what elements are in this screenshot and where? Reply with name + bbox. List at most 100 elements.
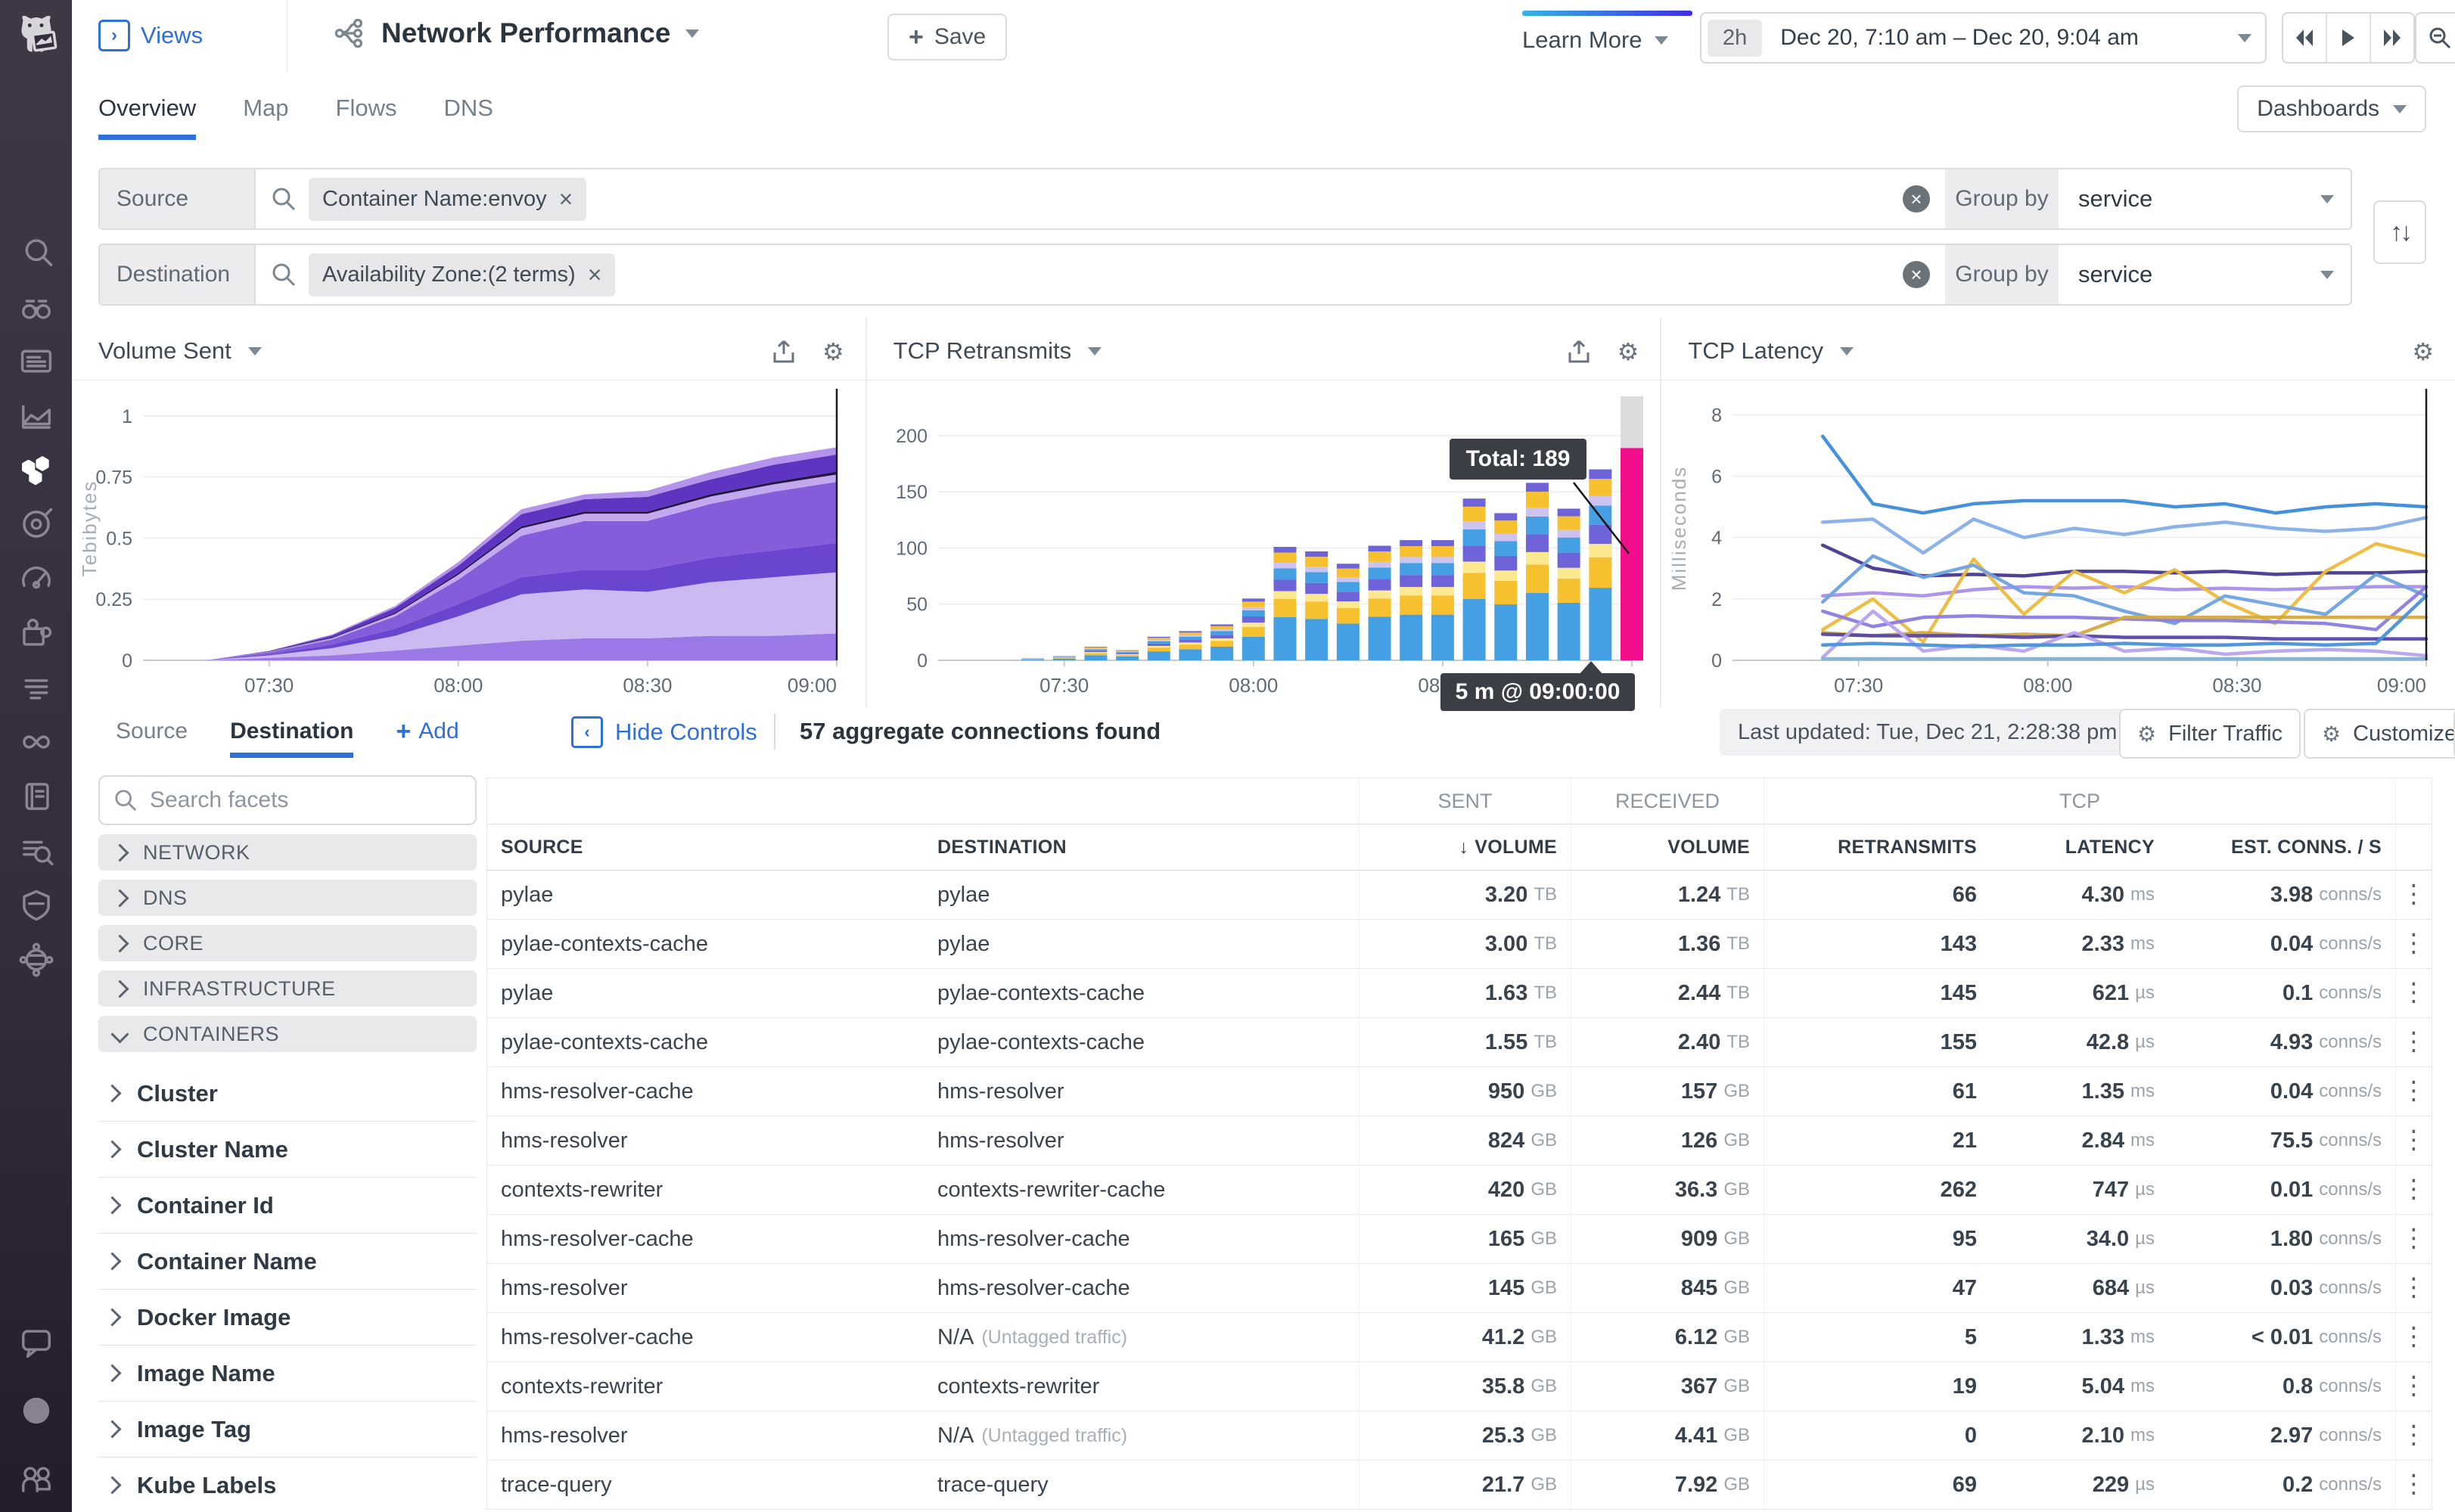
- add-facet-tab-button[interactable]: + Add: [396, 717, 458, 747]
- help-icon[interactable]: ?: [19, 1393, 54, 1428]
- col-latency[interactable]: LATENCY: [1990, 824, 2168, 870]
- table-row[interactable]: pylaepylae3.20TB1.24TB664.30ms3.98conns/…: [487, 871, 2432, 920]
- col-retransmits[interactable]: RETRANSMITS: [1764, 824, 1990, 870]
- remove-tag-icon[interactable]: ×: [588, 261, 602, 289]
- export-icon[interactable]: [1566, 339, 1592, 365]
- facet-item-image-name[interactable]: Image Name: [98, 1346, 477, 1402]
- gear-icon[interactable]: ⚙: [822, 337, 844, 366]
- table-row[interactable]: hms-resolverhms-resolver-cache145GB845GB…: [487, 1264, 2432, 1313]
- tcp-latency-chart[interactable]: 0246807:3008:0008:3009:00Milliseconds: [1672, 386, 2440, 707]
- table-row[interactable]: pylaepylae-contexts-cache1.63TB2.44TB145…: [487, 969, 2432, 1018]
- row-menu-icon[interactable]: ⋮: [2401, 1427, 2427, 1443]
- search-facets-input[interactable]: Search facets: [98, 775, 477, 825]
- table-row[interactable]: hms-resolverN/A (Untagged traffic)25.3GB…: [487, 1411, 2432, 1461]
- hide-controls-button[interactable]: ‹ Hide Controls: [571, 716, 757, 748]
- row-menu-icon[interactable]: ⋮: [2401, 1476, 2427, 1492]
- serverless-icon[interactable]: [19, 942, 54, 977]
- tcp-retransmits-chart[interactable]: 05010015020007:3008:0008:3009:00: [878, 386, 1645, 707]
- filter-traffic-button[interactable]: ⚙ Filter Traffic: [2119, 709, 2301, 759]
- views-button[interactable]: › Views: [98, 20, 203, 51]
- row-menu-icon[interactable]: ⋮: [2401, 1181, 2427, 1197]
- table-row[interactable]: contexts-rewritercontexts-rewriter35.8GB…: [487, 1362, 2432, 1411]
- step-forward-button[interactable]: [2371, 14, 2413, 62]
- facet-item-image-tag[interactable]: Image Tag: [98, 1402, 477, 1458]
- apm-icon[interactable]: [19, 507, 54, 542]
- remove-tag-icon[interactable]: ×: [559, 185, 573, 213]
- integrations-icon[interactable]: [19, 616, 54, 650]
- table-row[interactable]: trace-querytrace-query21.7GB7.92GB69229µ…: [487, 1461, 2432, 1510]
- notebooks-icon[interactable]: [19, 779, 54, 814]
- row-menu-icon[interactable]: ⋮: [2401, 1378, 2427, 1394]
- datadog-logo-icon[interactable]: [10, 12, 63, 65]
- col-est-conns[interactable]: EST. CONNS. / S: [2168, 824, 2395, 870]
- chart-title-group[interactable]: Volume Sent: [98, 337, 262, 365]
- row-menu-icon[interactable]: ⋮: [2401, 1132, 2427, 1148]
- volume-sent-chart[interactable]: 00.250.50.75107:3008:0008:3009:00Tebibyt…: [82, 386, 850, 707]
- gauge-icon[interactable]: [19, 561, 54, 596]
- facet-section-infrastructure[interactable]: INFRASTRUCTURE: [98, 970, 477, 1007]
- row-menu-icon[interactable]: ⋮: [2401, 1083, 2427, 1099]
- facet-item-container-id[interactable]: Container Id: [98, 1178, 477, 1234]
- table-row[interactable]: hms-resolverhms-resolver824GB126GB212.84…: [487, 1116, 2432, 1166]
- time-range-picker[interactable]: 2h Dec 20, 7:10 am – Dec 20, 9:04 am: [1700, 12, 2267, 64]
- col-sent-volume[interactable]: ↓VOLUME: [1359, 824, 1571, 870]
- source-filter-tag[interactable]: Container Name:envoy ×: [309, 178, 586, 221]
- customize-button[interactable]: ⚙ Customize: [2304, 709, 2455, 759]
- destination-filter-tag[interactable]: Availability Zone:(2 terms) ×: [309, 253, 615, 297]
- col-destination[interactable]: DESTINATION: [924, 824, 1359, 870]
- gear-icon[interactable]: ⚙: [2412, 337, 2434, 366]
- table-row[interactable]: contexts-rewritercontexts-rewriter-cache…: [487, 1166, 2432, 1215]
- destination-filter-row[interactable]: Destination Availability Zone:(2 terms) …: [98, 244, 2352, 306]
- clear-filter-icon[interactable]: ×: [1903, 261, 1930, 288]
- facet-item-container-name[interactable]: Container Name: [98, 1234, 477, 1290]
- facet-item-kube-labels[interactable]: Kube Labels: [98, 1458, 477, 1512]
- watchdog-icon[interactable]: [19, 289, 54, 324]
- dashboards-button[interactable]: Dashboards: [2237, 85, 2426, 132]
- facet-tab-destination[interactable]: Destination: [230, 719, 353, 744]
- row-menu-icon[interactable]: ⋮: [2401, 1280, 2427, 1296]
- tab-overview[interactable]: Overview: [98, 73, 196, 143]
- clear-filter-icon[interactable]: ×: [1903, 185, 1930, 213]
- facet-item-cluster-name[interactable]: Cluster Name: [98, 1122, 477, 1178]
- facet-section-dns[interactable]: DNS: [98, 880, 477, 916]
- export-icon[interactable]: [771, 339, 797, 365]
- chat-icon[interactable]: [19, 1325, 54, 1360]
- row-menu-icon[interactable]: ⋮: [2401, 985, 2427, 1001]
- search-icon[interactable]: [19, 234, 54, 269]
- facet-tab-source[interactable]: Source: [116, 719, 188, 744]
- network-icon[interactable]: [19, 452, 54, 487]
- zoom-out-button[interactable]: [2415, 12, 2455, 64]
- logs-icon[interactable]: [19, 670, 54, 705]
- org-icon[interactable]: [19, 1461, 54, 1496]
- ci-icon[interactable]: [19, 725, 54, 759]
- row-menu-icon[interactable]: ⋮: [2401, 936, 2427, 952]
- facet-item-cluster[interactable]: Cluster: [98, 1066, 477, 1122]
- table-row[interactable]: pylae-contexts-cachepylae3.00TB1.36TB143…: [487, 920, 2432, 969]
- chart-title-group[interactable]: TCP Latency: [1688, 337, 1854, 365]
- tab-dns[interactable]: DNS: [443, 73, 493, 143]
- table-row[interactable]: hms-resolver-cachehms-resolver-cache165G…: [487, 1215, 2432, 1264]
- tab-map[interactable]: Map: [243, 73, 288, 143]
- col-source[interactable]: SOURCE: [487, 824, 924, 870]
- row-menu-icon[interactable]: ⋮: [2401, 1231, 2427, 1247]
- gear-icon[interactable]: ⚙: [1618, 337, 1639, 366]
- destination-group-by-select[interactable]: service: [2059, 245, 2351, 304]
- play-button[interactable]: [2327, 14, 2371, 62]
- chart-title-group[interactable]: TCP Retransmits: [893, 337, 1102, 365]
- swap-source-destination-button[interactable]: ↑↓: [2373, 200, 2426, 264]
- step-back-button[interactable]: [2283, 14, 2327, 62]
- title-caret-icon[interactable]: [685, 29, 699, 38]
- row-menu-icon[interactable]: ⋮: [2401, 886, 2427, 902]
- facet-section-core[interactable]: CORE: [98, 925, 477, 961]
- row-menu-icon[interactable]: ⋮: [2401, 1034, 2427, 1050]
- table-row[interactable]: pylae-contexts-cachepylae-contexts-cache…: [487, 1018, 2432, 1067]
- time-preset-chip[interactable]: 2h: [1708, 20, 1762, 57]
- page-title-group[interactable]: Network Performance: [333, 17, 699, 50]
- source-group-by-select[interactable]: service: [2059, 169, 2351, 228]
- tab-flows[interactable]: Flows: [336, 73, 397, 143]
- facet-section-containers[interactable]: CONTAINERS: [98, 1016, 477, 1052]
- source-filter-row[interactable]: Source Container Name:envoy × × Group by…: [98, 168, 2352, 230]
- row-menu-icon[interactable]: ⋮: [2401, 1329, 2427, 1345]
- table-row[interactable]: hms-resolver-cachehms-resolver950GB157GB…: [487, 1067, 2432, 1116]
- metrics-icon[interactable]: [19, 398, 54, 433]
